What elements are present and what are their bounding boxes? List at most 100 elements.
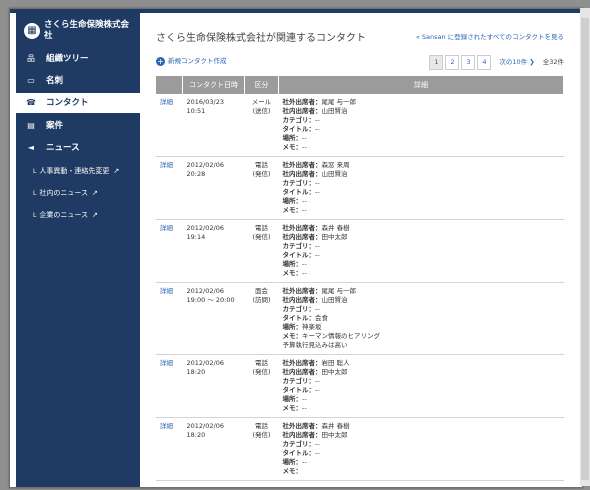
page-3[interactable]: 3 (461, 55, 476, 70)
detail-link[interactable]: 詳細 (156, 94, 183, 157)
detail-cat: カテゴリ：-- (282, 440, 320, 448)
detail-place: 場所：-- (282, 197, 307, 205)
detail-link[interactable]: 詳細 (156, 219, 183, 283)
contact-detail: 社外出席者：岩田 聡人 社内出席者：田中太郎 カテゴリ：-- タイトル：-- 場所：--… (278, 354, 564, 418)
table-row: 詳細 2012/02/06 20:28 電話 (発信) 社外出席者：森窓 来周 社内出席者：… (156, 156, 564, 220)
detail-ext: 社外出席者：尾尾 与一郎 (282, 98, 357, 106)
contact-datetime: 2012/02/06 18:20 (182, 354, 245, 418)
table-row: 詳細 2012/02/06 19:00 ～ 20:00 面会 (訪問) 社外出席者：尾尾 … (156, 282, 564, 355)
detail-title: タイトル：-- (282, 386, 320, 394)
table-row: 詳細 2012/02/06 18:20 電話 (発信) 社外出席者：岩田 聡人 社内出席者：… (156, 354, 564, 418)
next-page-link[interactable]: 次の10件 ❯ (499, 56, 534, 66)
header-date: コンタクト日時 (182, 76, 245, 94)
detail-ext: 社外出席者：森井 春樹 (282, 422, 350, 430)
detail-int: 社内出席者：山田賢治 (282, 107, 348, 115)
contact-datetime: 2012/02/06 19:00 ～ 20:00 (182, 282, 245, 355)
header-detail: 詳細 (278, 76, 564, 94)
detail-title: タイトル：-- (282, 251, 320, 259)
new-contact-button[interactable]: + 新規コンタクト作成 (156, 55, 227, 66)
plus-icon: + (156, 56, 165, 66)
detail-int: 社内出席者：田中太郎 (282, 233, 348, 241)
detail-int: 社内出席者：田中太郎 (282, 431, 348, 439)
contact-datetime: 2012/02/06 19:14 (182, 219, 245, 283)
contact-detail: 社外出席者：森井 春樹 社内出席者：田中太郎 カテゴリ：-- タイトル：-- 場所：--… (278, 219, 564, 283)
detail-memo: メモ：-- (282, 143, 307, 151)
external-link-icon: ↗ (92, 211, 98, 219)
building-icon: ▦ (24, 23, 40, 39)
main-content: さくら生命保険株式会社が関連するコンタクト « Sansan に登録されたすべて… (140, 13, 582, 487)
contact-datetime: 2016/03/23 10:51 (182, 94, 245, 157)
sidebar-item-contacts[interactable]: ☎ コンタクト (16, 93, 140, 113)
contact-kind: 電話 (発信) (244, 219, 279, 283)
detail-memo: メモ：-- (282, 404, 307, 412)
table-row: 詳細 2012/02/06 19:14 電話 (発信) 社外出席者：森井 春樹 社内出席者：… (156, 219, 564, 283)
detail-link[interactable]: 詳細 (156, 354, 183, 418)
sidebar: ▦ さくら生命保険株式会社 品 組織ツリー ▭ 名刺 ☎ コンタクト ▤ 案件 … (16, 13, 140, 487)
detail-int: 社内出席者：山田賢治 (282, 296, 348, 304)
sidebar-item-cards[interactable]: ▭ 名刺 (16, 71, 140, 91)
detail-place: 場所：-- (282, 395, 307, 403)
table-row: 詳細 2012/02/06 18:20 電話 (発信) 社外出席者：森井 春樹 社内出席者：… (156, 417, 564, 481)
detail-ext: 社外出席者：森井 春樹 (282, 224, 350, 232)
page-title: さくら生命保険株式会社が関連するコンタクト (156, 33, 366, 44)
header-empty (156, 76, 183, 94)
detail-link[interactable]: 詳細 (156, 156, 183, 220)
detail-extra: 予算執行見込みは高い (282, 341, 348, 349)
contact-detail: 社外出席者：尾尾 与一郎 社内出席者：山田賢治 カテゴリ：-- タイトル：-- 場所：-… (278, 94, 564, 157)
contact-detail: 社外出席者：尾尾 与一郎 社内出席者：山田賢治 カテゴリ：-- タイトル：会食 場所：神… (278, 282, 564, 355)
company-header[interactable]: ▦ さくら生命保険株式会社 (16, 19, 140, 47)
contact-kind: 電話 (発信) (244, 354, 279, 418)
contact-icon: ☎ (26, 98, 36, 107)
sidebar-subitem-personnel[interactable]: 人事異動・連絡先変更↗ (16, 163, 140, 179)
company-name: さくら生命保険株式会社 (44, 20, 130, 41)
detail-cat: カテゴリ：-- (282, 305, 320, 313)
card-icon: ▭ (27, 76, 35, 85)
project-icon: ▤ (27, 121, 35, 130)
page-1[interactable]: 1 (429, 55, 444, 70)
detail-place: 場所：-- (282, 134, 307, 142)
contact-datetime: 2012/02/06 18:20 (182, 417, 245, 481)
table-row: 詳細 2016/03/23 10:51 メール (送信) 社外出席者：尾尾 与一郎 社内出席… (156, 94, 564, 157)
detail-place: 場所：神楽坂 (282, 323, 322, 331)
detail-title: タイトル：-- (282, 188, 320, 196)
contact-detail: 社外出席者：森窓 来周 社内出席者：山田賢治 カテゴリ：-- タイトル：-- 場所：--… (278, 156, 564, 220)
sidebar-item-news[interactable]: ◄ ニュース (16, 138, 140, 158)
scrollbar-thumb[interactable] (581, 18, 589, 480)
contact-detail: 社外出席者：森井 春樹 社内出席者：田中太郎 カテゴリ：-- タイトル：-- 場所：--… (278, 417, 564, 481)
contact-datetime: 2012/02/06 20:28 (182, 156, 245, 220)
contacts-table: コンタクト日時 区分 詳細 詳細 2016/03/23 10:51 メール (送信) 社外… (156, 76, 564, 481)
page-4[interactable]: 4 (477, 55, 492, 70)
contact-kind: メール (送信) (244, 94, 279, 157)
external-link-icon: ↗ (113, 167, 120, 175)
detail-title: タイトル：-- (282, 125, 320, 133)
browser-window: ▦ さくら生命保険株式会社 品 組織ツリー ▭ 名刺 ☎ コンタクト ▤ 案件 … (9, 8, 583, 488)
detail-int: 社内出席者：山田賢治 (282, 170, 348, 178)
sidebar-subitem-company-news[interactable]: 企業のニュース↗ (16, 207, 140, 223)
contact-kind: 電話 (発信) (244, 417, 279, 481)
sidebar-item-org-tree[interactable]: 品 組織ツリー (16, 49, 140, 69)
detail-ext: 社外出席者：岩田 聡人 (282, 359, 350, 367)
header-kind: 区分 (244, 76, 279, 94)
detail-memo: メモ： (282, 467, 303, 475)
table-header: コンタクト日時 区分 詳細 (156, 76, 564, 94)
total-count: 全32件 (542, 58, 564, 66)
detail-cat: カテゴリ：-- (282, 116, 320, 124)
detail-int: 社内出席者：田中太郎 (282, 368, 348, 376)
detail-cat: カテゴリ：-- (282, 179, 320, 187)
detail-ext: 社外出席者：尾尾 与一郎 (282, 287, 357, 295)
all-contacts-link[interactable]: « Sansan に登録されたすべてのコンタクトを見る (416, 31, 564, 41)
contact-kind: 電話 (発信) (244, 156, 279, 220)
sidebar-item-projects[interactable]: ▤ 案件 (16, 116, 140, 136)
detail-memo: メモ：-- (282, 269, 307, 277)
pagination: 1 2 3 4 次の10件 ❯ 全32件 (429, 55, 564, 70)
detail-cat: カテゴリ：-- (282, 377, 320, 385)
page-2[interactable]: 2 (445, 55, 460, 70)
detail-title: タイトル：会食 (282, 314, 329, 322)
sidebar-subitem-internal-news[interactable]: 社内のニュース↗ (16, 185, 140, 201)
detail-cat: カテゴリ：-- (282, 242, 320, 250)
detail-link[interactable]: 詳細 (156, 417, 183, 481)
detail-place: 場所：-- (282, 458, 307, 466)
detail-place: 場所：-- (282, 260, 307, 268)
detail-link[interactable]: 詳細 (156, 282, 183, 355)
contact-kind: 面会 (訪問) (244, 282, 279, 355)
